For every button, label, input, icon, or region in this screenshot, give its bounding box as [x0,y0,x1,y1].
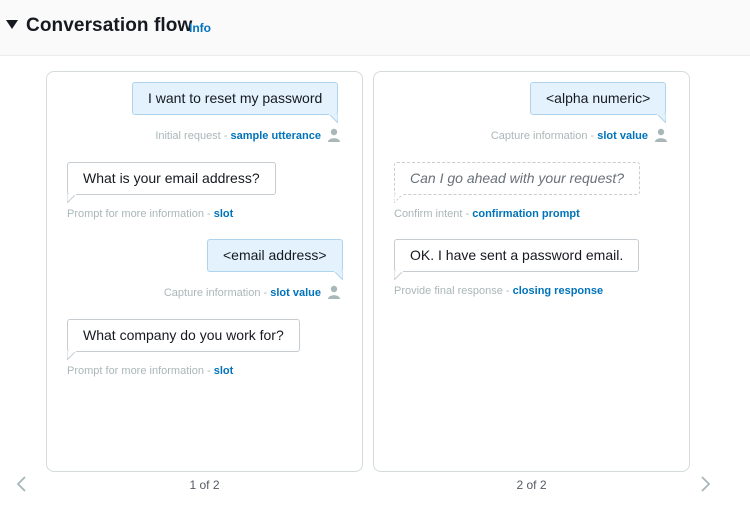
caption-prefix: Capture information - [490,130,598,142]
info-link[interactable]: Info [189,21,211,35]
message-text: What company do you work for? [83,327,284,343]
message-caption: Provide final response - closing respons… [394,285,603,297]
confirmation-prompt-link[interactable]: confirmation prompt [472,208,580,220]
bubble-tail [329,114,339,123]
page-indicator-1: 1 of 2 [189,478,220,492]
user-message: <email address> [207,239,343,280]
caption-prefix: Confirm intent - [394,208,473,220]
sample-utterance-link[interactable]: sample utterance [231,130,321,142]
message-caption: Prompt for more information - slot [67,208,233,220]
caption-prefix: Prompt for more information - [67,208,214,220]
slot-value-link[interactable]: slot value [270,287,321,299]
confirmation-message: Can I go ahead with your request? [394,162,641,203]
message-text: OK. I have sent a password email. [410,247,624,263]
closing-response-link[interactable]: closing response [513,285,603,297]
bot-message: What is your email address? [67,162,276,203]
bubble-tail [67,194,76,203]
page-indicator-2: 2 of 2 [516,478,547,492]
user-icon [328,285,340,299]
user-message: I want to reset my password [132,82,339,123]
user-message: <alpha numeric> [530,82,667,123]
chevron-left-icon[interactable] [14,474,30,494]
message-caption: Prompt for more information - slot [67,365,233,377]
section-header: Conversation flow Info [0,0,750,56]
slot-link[interactable]: slot [214,365,234,377]
caret-down-icon[interactable] [6,20,18,29]
chevron-right-icon[interactable] [697,474,713,494]
bubble-tail [333,271,343,280]
message-text: Can I go ahead with your request? [410,170,625,186]
caption-prefix: Provide final response - [394,285,513,297]
bot-message: What company do you work for? [67,319,300,360]
conversation-card-2: <alpha numeric> Capture information - sl… [373,71,690,472]
message-caption: Initial request - sample utterance [155,130,321,142]
message-text: I want to reset my password [148,90,323,106]
conversation-card-1: I want to reset my password Initial requ… [46,71,363,472]
bubble-tail [657,114,667,123]
slot-value-link[interactable]: slot value [597,130,648,142]
caption-prefix: Initial request - [155,130,231,142]
section-title[interactable]: Conversation flow [26,15,192,37]
message-caption: Capture information - slot value [491,130,648,142]
bubble-tail [67,351,76,360]
caption-prefix: Prompt for more information - [67,365,214,377]
message-caption: Confirm intent - confirmation prompt [394,208,580,220]
message-caption: Capture information - slot value [164,287,321,299]
message-text: <alpha numeric> [546,90,651,106]
caption-prefix: Capture information - [163,287,271,299]
bot-message: OK. I have sent a password email. [394,239,640,280]
message-text: <email address> [223,247,327,263]
slot-link[interactable]: slot [214,208,234,220]
user-icon [655,128,667,142]
user-icon [328,128,340,142]
bubble-tail [394,194,403,203]
bubble-tail [394,271,403,280]
message-text: What is your email address? [83,170,260,186]
